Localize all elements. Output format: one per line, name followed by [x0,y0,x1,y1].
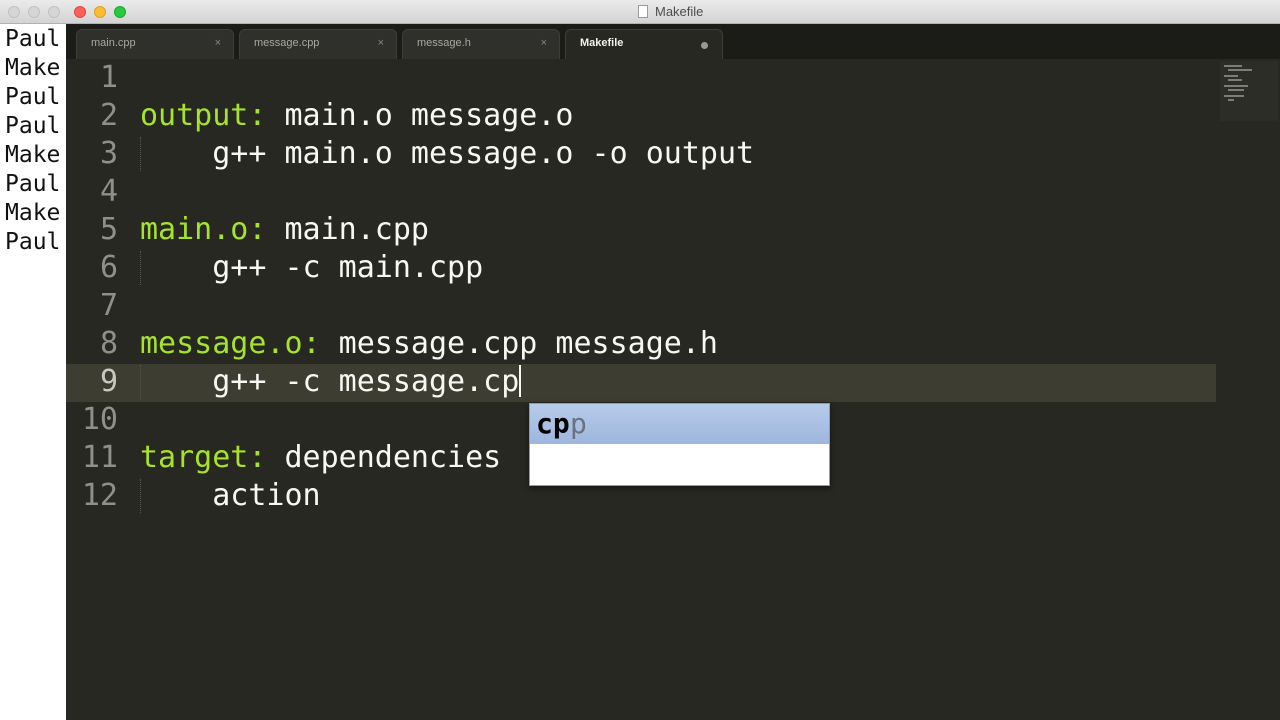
minimap-line [1228,79,1242,81]
minimap-line [1224,75,1238,77]
terminal-line: Make [5,142,61,168]
tab-makefile[interactable]: Makefile [565,29,723,59]
code-text: message.cpp message.h [320,326,718,361]
minimap-line [1228,99,1234,101]
autocomplete-popup: cp p [529,403,830,486]
code-text: g++ main.o message.o -o output [140,136,755,171]
editor-window: main.cpp × message.cpp × message.h × Mak… [66,24,1280,720]
line-number: 5 [99,212,118,247]
code-line: 7 [66,287,1216,325]
line-number: 4 [99,174,118,209]
line-number: 12 [81,478,118,513]
autocomplete-typed-text: cp [536,407,570,440]
terminal-line: Paul [5,229,61,255]
autocomplete-completion-text: p [570,407,587,440]
code-line: 6 g++ -c main.cpp [66,249,1216,287]
tab-label: Makefile [580,37,624,49]
minimap-line [1228,69,1252,71]
terminal-line: Paul [5,171,61,197]
document-icon [638,5,648,18]
code-text: main.cpp [266,212,429,247]
tab-label: message.h [417,37,471,49]
tab-label: message.cpp [254,37,320,49]
zoom-window-button[interactable] [114,6,126,18]
close-tab-icon[interactable]: × [378,37,384,49]
make-target: output: [140,98,267,133]
tab-bar: main.cpp × message.cpp × message.h × Mak… [66,24,1280,59]
minimap-line [1224,65,1242,67]
minimap-line [1224,85,1248,87]
minimap-line [1224,95,1244,97]
close-window-button[interactable] [74,6,86,18]
tab-message-cpp[interactable]: message.cpp × [239,29,397,59]
code-text: g++ -c message.cp [140,364,520,399]
tab-message-h[interactable]: message.h × [402,29,560,59]
line-number: 7 [99,288,118,323]
inactive-window-button [8,6,20,18]
minimize-window-button[interactable] [94,6,106,18]
window-titlebar: Makefile [0,0,1280,24]
minimap[interactable] [1220,61,1278,121]
code-line: 1 [66,59,1216,97]
terminal-line: Paul [5,84,61,110]
line-number: 6 [99,250,118,285]
tab-label: main.cpp [91,37,136,49]
line-number: 8 [99,326,118,361]
line-number: 11 [81,440,118,475]
code-text: dependencies [266,440,502,475]
make-target: main.o: [140,212,267,247]
line-number: 1 [99,60,118,95]
line-number: 2 [99,98,118,133]
autocomplete-suggestion[interactable]: cp p [530,404,829,444]
close-tab-icon[interactable]: × [541,37,547,49]
terminal-line: Paul [5,26,61,52]
code-text: g++ -c main.cpp [140,250,484,285]
window-title: Makefile [655,4,704,19]
code-line: 8 message.o: message.cpp message.h [66,325,1216,363]
line-number: 9 [99,364,118,399]
inactive-window-button [48,6,60,18]
code-line: 4 [66,173,1216,211]
code-line: 3 g++ main.o message.o -o output [66,135,1216,173]
line-number: 3 [99,136,118,171]
terminal-line: Make [5,55,61,81]
background-terminal[interactable]: Paul Make Paul Paul Make Paul Make Paul [0,24,66,720]
code-text: main.o message.o [266,98,574,133]
make-target: target: [140,440,267,475]
code-line-current: 9 g++ -c message.cp [66,363,1216,401]
inactive-window-button [28,6,40,18]
text-cursor [519,365,522,397]
unsaved-indicator-icon[interactable] [701,42,708,49]
close-tab-icon[interactable]: × [215,37,221,49]
code-line: 2 output: main.o message.o [66,97,1216,135]
code-text: action [140,478,321,513]
code-line: 5 main.o: main.cpp [66,211,1216,249]
terminal-line: Make [5,200,61,226]
make-target: message.o: [140,326,321,361]
minimap-line [1228,89,1244,91]
tab-main-cpp[interactable]: main.cpp × [76,29,234,59]
terminal-line: Paul [5,113,61,139]
line-number: 10 [81,402,118,437]
code-editor[interactable]: 1 2 output: main.o message.o 3 g++ main.… [66,59,1280,720]
